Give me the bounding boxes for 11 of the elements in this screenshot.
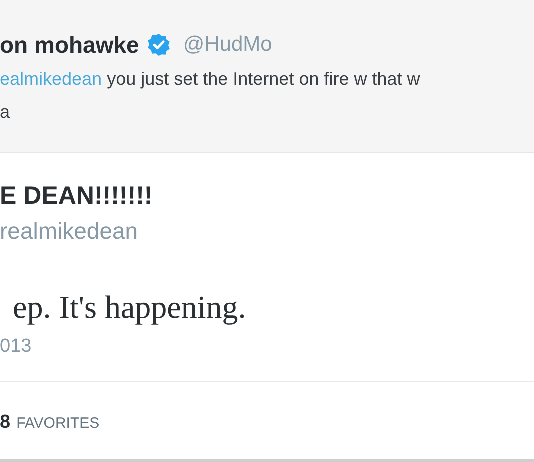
author-name[interactable]: on mohawke [0, 28, 140, 62]
user-handle[interactable]: @HudMo [183, 29, 272, 61]
author-name[interactable]: E DEAN!!!!!!! [0, 181, 153, 211]
tweet-text: you just set the Internet on fire w that w [107, 68, 420, 91]
favorites-label: FAVORITES [16, 414, 100, 434]
tweet-text: a [0, 101, 10, 124]
timestamp-link[interactable]: 013 [0, 335, 32, 359]
user-handle[interactable]: realmikedean [0, 217, 138, 245]
mention-link[interactable]: ealmikedean [0, 66, 102, 92]
favorites-count: 8 [0, 411, 11, 436]
tweet-text: ep. It's happening. [12, 289, 246, 325]
